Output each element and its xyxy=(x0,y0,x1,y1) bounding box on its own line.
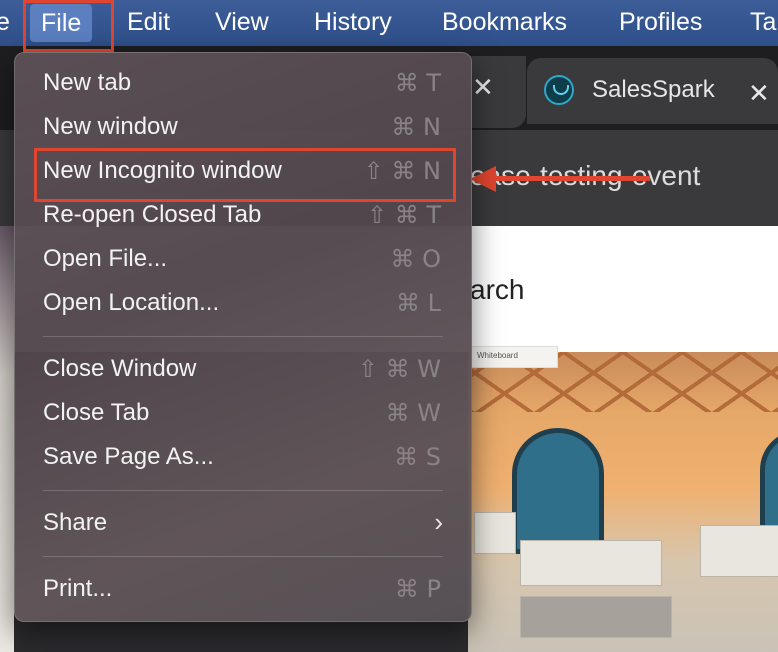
shortcut-label: ⇧ ⌘ W xyxy=(357,355,441,383)
menu-item-save-page-as[interactable]: Save Page As... ⌘ S xyxy=(15,435,471,479)
chevron-right-icon: › xyxy=(434,507,443,537)
shortcut-label: ⌘ P xyxy=(394,575,441,603)
page-title: arch xyxy=(470,274,525,305)
menu-app-name[interactable]: e xyxy=(0,8,10,37)
menu-bookmarks[interactable]: Bookmarks xyxy=(442,8,567,37)
menu-separator xyxy=(43,336,443,337)
menu-item-open-location[interactable]: Open Location... ⌘ L xyxy=(15,281,471,325)
menu-profiles[interactable]: Profiles xyxy=(619,8,702,37)
close-tab-icon[interactable]: ✕ xyxy=(472,72,494,103)
menu-item-label: Open Location... xyxy=(43,289,220,316)
whiteboard-label: Whiteboard xyxy=(470,346,558,368)
shortcut-label: ⌘ O xyxy=(390,245,441,273)
salesspark-favicon-icon xyxy=(544,75,574,105)
left-page-strip xyxy=(0,226,14,652)
menu-item-label: Share xyxy=(43,509,108,536)
annotation-arrow-head xyxy=(470,166,496,192)
shortcut-label: ⇧ ⌘ T xyxy=(366,201,441,229)
menu-item-label: New tab xyxy=(43,69,132,96)
macos-menu-bar: e File Edit View History Bookmarks Profi… xyxy=(0,0,778,46)
shortcut-label: ⌘ S xyxy=(394,443,441,471)
menu-tab[interactable]: Ta xyxy=(750,8,776,37)
menu-item-print[interactable]: Print... ⌘ P xyxy=(15,567,471,611)
menu-history[interactable]: History xyxy=(314,8,392,37)
shortcut-label: ⌘ L xyxy=(396,289,441,317)
menu-item-label: Re-open Closed Tab xyxy=(43,201,262,228)
menu-item-close-window[interactable]: Close Window ⇧ ⌘ W xyxy=(15,347,471,391)
menu-item-label: Close Tab xyxy=(43,399,150,426)
sofa-image xyxy=(474,512,516,554)
arch-window-image xyxy=(512,428,604,554)
menu-item-open-file[interactable]: Open File... ⌘ O xyxy=(15,237,471,281)
tab-title: SalesSpark xyxy=(592,76,715,103)
menu-item-share[interactable]: Share › xyxy=(15,501,471,545)
sofa-image xyxy=(700,525,778,577)
shortcut-label: ⌘ T xyxy=(394,69,441,97)
menu-item-label: Open File... xyxy=(43,245,168,272)
menu-item-label: Print... xyxy=(43,575,113,602)
menu-item-new-window[interactable]: New window ⌘ N xyxy=(15,105,471,149)
close-tab-icon[interactable]: ✕ xyxy=(748,78,770,109)
menu-view[interactable]: View xyxy=(215,8,269,37)
table-image xyxy=(520,596,672,638)
menu-item-label: Close Window xyxy=(43,355,197,382)
menu-edit[interactable]: Edit xyxy=(127,8,170,37)
shortcut-label: ⌘ N xyxy=(391,113,441,141)
file-menu-highlight-box xyxy=(23,0,114,52)
menu-item-label: Save Page As... xyxy=(43,443,214,470)
menu-separator xyxy=(43,490,443,491)
menu-separator xyxy=(43,556,443,557)
shortcut-label: ⌘ W xyxy=(385,399,441,427)
file-dropdown-menu: New tab ⌘ T New window ⌘ N New Incognito… xyxy=(14,52,472,622)
menu-item-new-tab[interactable]: New tab ⌘ T xyxy=(15,61,471,105)
incognito-highlight-box xyxy=(34,148,456,202)
menu-item-close-tab[interactable]: Close Tab ⌘ W xyxy=(15,391,471,435)
menu-item-label: New window xyxy=(43,113,178,140)
sofa-image xyxy=(520,540,662,586)
annotation-arrow-line xyxy=(490,176,650,181)
